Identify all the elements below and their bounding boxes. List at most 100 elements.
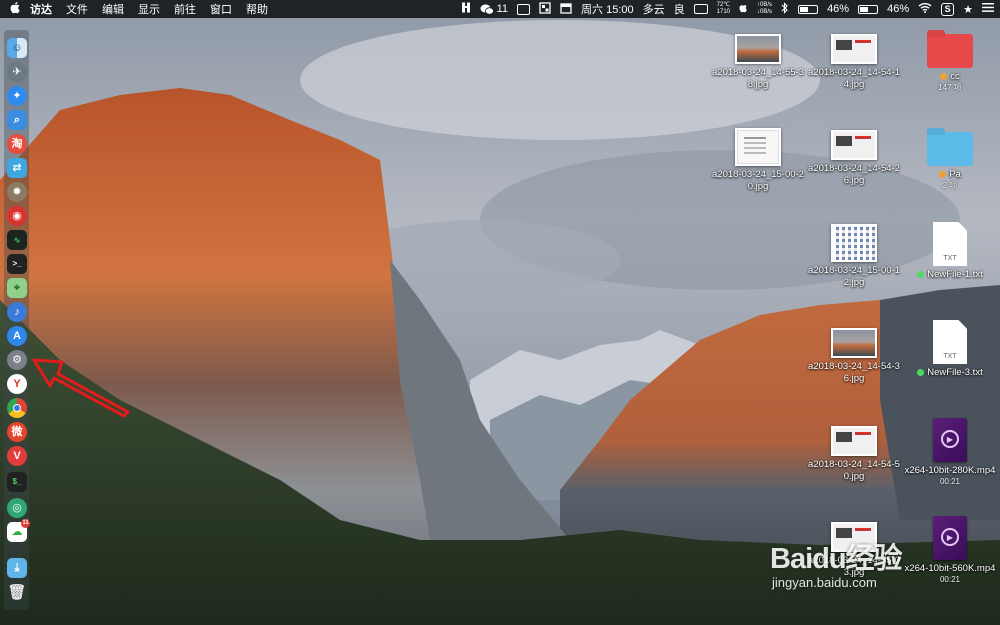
image-thumbnail [831, 328, 877, 358]
folder-item-count: 147 项 [938, 83, 962, 92]
bluetooth-icon[interactable] [781, 1, 789, 17]
cpu-meter-icon[interactable] [798, 4, 819, 14]
weibo-icon[interactable]: 微 [7, 422, 27, 442]
folder-icon [927, 34, 973, 68]
clipboard-icon[interactable] [539, 1, 551, 17]
desktop-file[interactable]: a2018-03-24_14-54-14.jpg [806, 34, 902, 91]
file-label: a2018-03-24_14-54-36.jpg [808, 361, 900, 384]
temperature: 72℃ [716, 2, 731, 8]
terminal-icon[interactable]: >_ [7, 254, 27, 274]
net-up-speed: ↑0B/s [757, 2, 773, 8]
desktop-file[interactable]: ▶ x264-10bit-560K.mp4 00:21 [902, 516, 998, 585]
menu-bar: 访达 文件 编辑 显示 前往 窗口 帮助 11 周六 15:00 多云 良 72… [0, 0, 1000, 18]
activity-monitor-icon[interactable]: ∿ [7, 230, 27, 250]
menu-view[interactable]: 显示 [138, 1, 160, 17]
apple-menu-icon[interactable] [0, 1, 30, 17]
maps-icon[interactable]: ⌖ [7, 278, 27, 298]
wechat-count: 11 [496, 3, 509, 15]
dock: ☺ ✈ ✦ ⌕ 淘 ⇄ ✹ ◉ ∿ >_ ⌖ ♪ A ⚙ Y 微 V $_ ◎ … [4, 30, 30, 610]
battery-icon[interactable] [858, 4, 879, 14]
desktop-file[interactable]: ▶ x264-10bit-280K.mp4 00:21 [902, 418, 998, 487]
folder-label: cc [902, 71, 998, 83]
menu-file[interactable]: 文件 [66, 1, 88, 17]
display-icon[interactable] [517, 3, 531, 15]
console-icon[interactable]: $_ [7, 472, 27, 492]
menu-help[interactable]: 帮助 [246, 1, 268, 17]
green-tag-dot [917, 271, 925, 278]
camera-icon[interactable] [693, 4, 708, 14]
orange-tag-dot [940, 73, 948, 80]
downloads-icon[interactable]: ⤓ [7, 558, 27, 578]
desktop-file[interactable]: a2018-03-24_14-54-36.jpg [806, 328, 902, 385]
safari-icon[interactable]: ✦ [7, 86, 27, 106]
baidu-watermark: Baidu经验 jingyan.baidu.com [770, 535, 903, 590]
file-label: a2018-03-24_14-54-50.jpg [808, 459, 900, 482]
video-file-icon: ▶ [933, 516, 967, 560]
sogou-input-icon[interactable]: S [941, 2, 955, 16]
desktop-folder[interactable]: Pa 2 项 [902, 132, 998, 191]
system-preferences-icon[interactable]: ⚙ [7, 350, 27, 370]
voice-input-icon[interactable]: ♪ [7, 302, 27, 322]
file-label: a2018-03-24_14-54-14.jpg [808, 67, 900, 90]
watermark-brand: Baidu经验 [770, 543, 903, 575]
desktop-file[interactable]: a2018-03-24_14-54-50.jpg [806, 426, 902, 483]
network-speed[interactable]: ↑0B/s ↓0B/s [757, 2, 772, 16]
app-store-icon[interactable]: A [7, 326, 27, 346]
video-duration: 00:21 [939, 575, 961, 584]
bookmark-status-icon[interactable] [461, 2, 471, 16]
migration-icon[interactable]: ⇄ [7, 158, 27, 178]
temp-fan-readout[interactable]: 72℃ 1710 [717, 2, 730, 16]
desktop-file[interactable]: TXT NewFile-1.txt [902, 222, 998, 281]
taobao-icon[interactable]: 淘 [7, 134, 27, 154]
launchpad-icon[interactable]: ✈ [7, 62, 27, 82]
small-apple-icon[interactable] [739, 2, 748, 16]
menu-edit[interactable]: 编辑 [102, 1, 124, 17]
orange-tag-dot [939, 171, 947, 178]
file-label: a2018-03-24_14-55-38.jpg [712, 67, 804, 90]
video-file-icon: ▶ [933, 418, 967, 462]
menu-go[interactable]: 前往 [174, 1, 196, 17]
netease-music-icon[interactable]: ◉ [7, 206, 27, 226]
file-label: a2018-03-24_15-00-20.jpg [712, 169, 804, 192]
image-thumbnail [831, 426, 877, 456]
vivaldi-icon[interactable]: V [7, 446, 27, 466]
desktop-file[interactable]: TXT NewFile-3.txt [902, 320, 998, 379]
image-thumbnail [831, 130, 877, 160]
calendar-icon[interactable] [560, 2, 572, 17]
desktop-file[interactable]: a2018-03-24_15-00-12.jpg [806, 224, 902, 289]
camtasia-icon[interactable]: ◎ [7, 498, 27, 518]
star-icon[interactable]: ★ [963, 3, 973, 16]
chrome-icon[interactable] [7, 398, 27, 418]
watermark-url: jingyan.baidu.com [772, 575, 877, 590]
preview-icon[interactable]: ⌕ [7, 110, 27, 130]
battery-percent: 46% [887, 3, 910, 15]
desktop-file[interactable]: a2018-03-24_14-54-26.jpg [806, 130, 902, 187]
file-label: NewFile-3.txt [902, 367, 998, 379]
datetime[interactable]: 周六 15:00 [581, 1, 634, 17]
desktop-file[interactable]: a2018-03-24_14-55-38.jpg [710, 34, 806, 91]
wechat-status-icon[interactable]: 11 [480, 3, 508, 15]
control-menu-icon[interactable] [982, 3, 994, 15]
yandex-browser-icon[interactable]: Y [7, 374, 27, 394]
finder-icon[interactable]: ☺ [7, 38, 27, 58]
desktop-file[interactable]: a2018-03-24_15-00-20.jpg [710, 128, 806, 193]
text-file-icon: TXT [933, 222, 967, 266]
file-label: NewFile-1.txt [902, 269, 998, 281]
desktop-folder[interactable]: cc 147 项 [902, 34, 998, 93]
trash-icon[interactable]: 🗑 [7, 582, 27, 602]
rocket-icon[interactable]: ✹ [7, 182, 27, 202]
file-label: x264-10bit-560K.mp4 [904, 563, 996, 574]
folder-icon [927, 132, 973, 166]
text-file-icon: TXT [933, 320, 967, 364]
weather-text[interactable]: 多云 [643, 1, 665, 17]
status-area: 11 周六 15:00 多云 良 72℃ 1710 ↑0B/s ↓0B/s 46… [461, 0, 994, 18]
video-duration: 00:21 [939, 477, 961, 486]
image-thumbnail [831, 224, 877, 262]
wifi-icon[interactable] [918, 2, 932, 16]
file-label: a2018-03-24_14-54-26.jpg [808, 163, 900, 186]
green-tag-dot [917, 369, 925, 376]
menu-finder[interactable]: 访达 [30, 1, 52, 17]
wechat-icon[interactable]: ☁ 11 [7, 519, 30, 542]
menu-window[interactable]: 窗口 [210, 1, 232, 17]
folder-label: Pa [902, 169, 998, 181]
